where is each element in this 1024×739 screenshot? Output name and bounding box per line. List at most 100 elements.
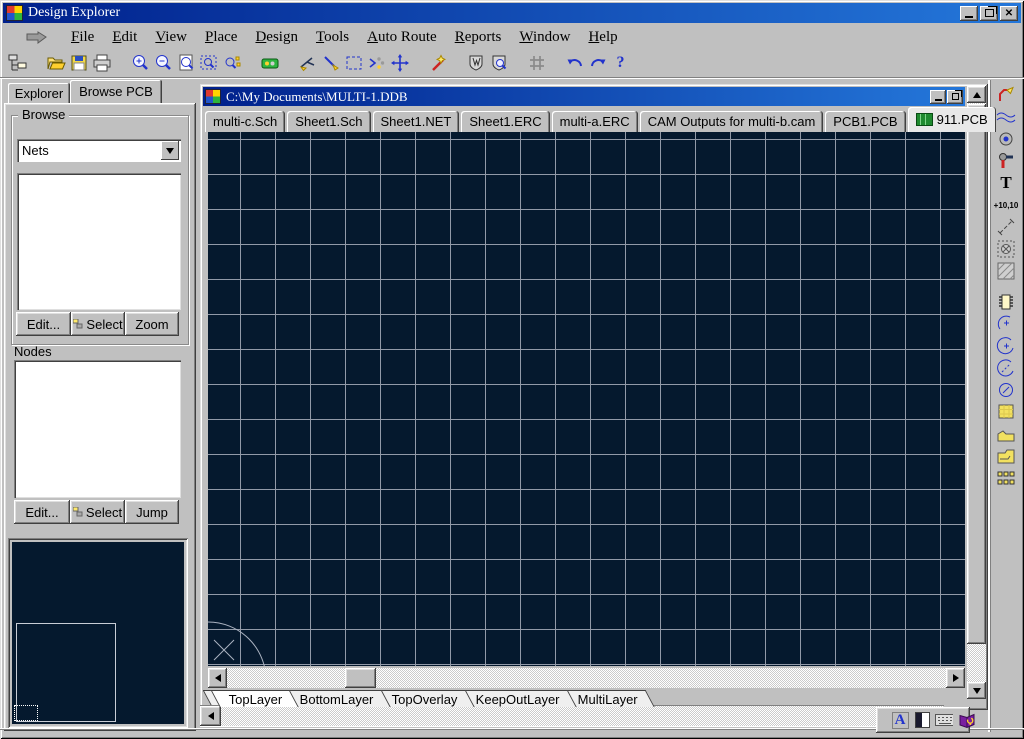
document-restore-button[interactable] xyxy=(947,90,963,104)
split-plane-icon[interactable] xyxy=(993,446,1019,466)
browse-filter-dropdown[interactable]: Nets xyxy=(17,139,181,162)
document-vscrollbar[interactable] xyxy=(967,86,986,699)
design-manager-toggle-icon[interactable] xyxy=(6,52,29,74)
move-selection-icon[interactable] xyxy=(365,52,388,74)
arc-edge-icon[interactable] xyxy=(993,314,1019,334)
workspace-hscrollbar[interactable] xyxy=(200,705,944,727)
interactive-routing-icon[interactable] xyxy=(993,85,1019,105)
minimize-button[interactable] xyxy=(960,6,978,21)
menu-design[interactable]: Design xyxy=(246,28,307,47)
status-bar xyxy=(0,728,1024,739)
tab-911-pcb[interactable]: 911.PCB xyxy=(908,107,996,132)
menu-edit[interactable]: Edit xyxy=(103,28,146,47)
menu-window[interactable]: Window xyxy=(510,28,579,47)
keyboard-icon[interactable] xyxy=(935,711,953,729)
component-icon[interactable] xyxy=(993,292,1019,312)
knife-split-icon[interactable] xyxy=(319,52,342,74)
help-icon[interactable]: ? xyxy=(609,52,632,74)
select-area-icon[interactable] xyxy=(342,52,365,74)
print-icon[interactable] xyxy=(90,52,113,74)
wizard-icon[interactable] xyxy=(426,52,449,74)
tab-pcb1-pcb[interactable]: PCB1.PCB xyxy=(825,111,905,132)
board-preview[interactable] xyxy=(8,538,188,728)
design-explorer-window: Design Explorer ✕ File Edit View Place D… xyxy=(0,0,1024,739)
tab-explorer[interactable]: Explorer xyxy=(8,83,70,103)
tab-multi-c-sch[interactable]: multi-c.Sch xyxy=(205,111,285,132)
scroll-left-button[interactable] xyxy=(208,668,227,688)
fill-hatched-icon[interactable] xyxy=(993,261,1019,281)
pcb-editor-canvas[interactable] xyxy=(208,132,965,666)
undo-icon[interactable] xyxy=(563,52,586,74)
arc-center-icon[interactable] xyxy=(993,336,1019,356)
nodes-listbox[interactable] xyxy=(14,360,181,498)
system-menu-arrow-icon[interactable] xyxy=(26,31,48,44)
menu-place[interactable]: Place xyxy=(196,28,246,47)
layer-tab-toplayer[interactable]: TopLayer xyxy=(211,690,303,707)
room-icon[interactable] xyxy=(993,239,1019,259)
save-icon[interactable] xyxy=(67,52,90,74)
fill-icon[interactable] xyxy=(993,402,1019,422)
help-advisor-icon[interactable] xyxy=(957,711,975,729)
tab-cam-outputs[interactable]: CAM Outputs for multi-b.cam xyxy=(640,111,824,132)
zoom-out-icon[interactable] xyxy=(151,52,174,74)
document-hscrollbar[interactable] xyxy=(208,668,965,688)
scroll-up-button[interactable] xyxy=(967,86,986,103)
document-titlebar[interactable]: C:\My Documents\MULTI-1.DDB xyxy=(203,87,965,106)
document-minimize-button[interactable] xyxy=(930,90,946,104)
layer-tab-bottomlayer[interactable]: BottomLayer xyxy=(282,690,394,707)
wiring-tools-icon[interactable] xyxy=(296,52,319,74)
menu-auto-route[interactable]: Auto Route xyxy=(358,28,446,47)
nodes-edit-button[interactable]: Edit... xyxy=(14,500,70,524)
nodes-select-button[interactable]: Select xyxy=(70,500,125,524)
redo-icon[interactable] xyxy=(586,52,609,74)
menu-reports[interactable]: Reports xyxy=(446,28,511,47)
viewport-indicator[interactable] xyxy=(14,705,38,721)
open-document-icon[interactable] xyxy=(44,52,67,74)
polygon-plane-icon[interactable] xyxy=(993,424,1019,444)
arc-angle-icon[interactable] xyxy=(993,358,1019,378)
tab-sheet1-erc[interactable]: Sheet1.ERC xyxy=(461,111,549,132)
vscroll-thumb[interactable] xyxy=(967,104,986,644)
scroll-right-button[interactable] xyxy=(946,668,965,688)
dimension-icon[interactable] xyxy=(993,217,1019,237)
zoom-in-icon[interactable] xyxy=(128,52,151,74)
app-titlebar[interactable]: Design Explorer ✕ xyxy=(3,3,1021,23)
menu-view[interactable]: View xyxy=(146,28,196,47)
tab-browse-pcb[interactable]: Browse PCB xyxy=(70,80,162,103)
restore-button[interactable] xyxy=(980,6,998,21)
hscroll-thumb[interactable] xyxy=(345,668,376,688)
menu-help[interactable]: Help xyxy=(579,28,626,47)
tab-multi-a-erc[interactable]: multi-a.ERC xyxy=(552,111,638,132)
nets-edit-button[interactable]: Edit... xyxy=(16,312,71,336)
tab-sheet1-net[interactable]: Sheet1.NET xyxy=(373,111,460,132)
workspace-scroll-left-button[interactable] xyxy=(200,706,221,726)
zoom-point-icon[interactable] xyxy=(220,52,243,74)
layer-tab-keepoutlayer[interactable]: KeepOutLayer xyxy=(458,690,581,707)
dropdown-arrow-button[interactable] xyxy=(161,141,179,160)
coordinate-icon[interactable]: +10,10 xyxy=(993,195,1019,215)
text-config-icon[interactable]: A xyxy=(891,711,909,729)
pad-icon[interactable] xyxy=(993,151,1019,171)
cross-probe-icon[interactable] xyxy=(258,52,281,74)
nodes-jump-button[interactable]: Jump xyxy=(125,500,179,524)
full-circle-icon[interactable] xyxy=(993,380,1019,400)
close-button[interactable]: ✕ xyxy=(1000,6,1018,21)
fill-config-icon[interactable] xyxy=(913,711,931,729)
nets-select-button[interactable]: Select xyxy=(71,312,125,336)
toggle-grid-icon[interactable] xyxy=(525,52,548,74)
polygon-plane-icon[interactable] xyxy=(464,52,487,74)
zoom-document-icon[interactable] xyxy=(174,52,197,74)
arrange-components-icon[interactable] xyxy=(388,52,411,74)
nets-zoom-button[interactable]: Zoom xyxy=(125,312,179,336)
string-icon[interactable]: T xyxy=(993,173,1019,193)
menu-file[interactable]: File xyxy=(62,28,103,47)
menu-tools[interactable]: Tools xyxy=(307,28,358,47)
multiple-traces-icon[interactable] xyxy=(993,107,1019,127)
scroll-down-button[interactable] xyxy=(967,682,986,699)
zoom-area-icon[interactable] xyxy=(197,52,220,74)
via-icon[interactable] xyxy=(993,129,1019,149)
tab-sheet1-sch[interactable]: Sheet1.Sch xyxy=(287,111,370,132)
polygon-plane-zoom-icon[interactable] xyxy=(487,52,510,74)
pad-array-icon[interactable] xyxy=(993,468,1019,488)
nets-listbox[interactable] xyxy=(17,173,181,310)
